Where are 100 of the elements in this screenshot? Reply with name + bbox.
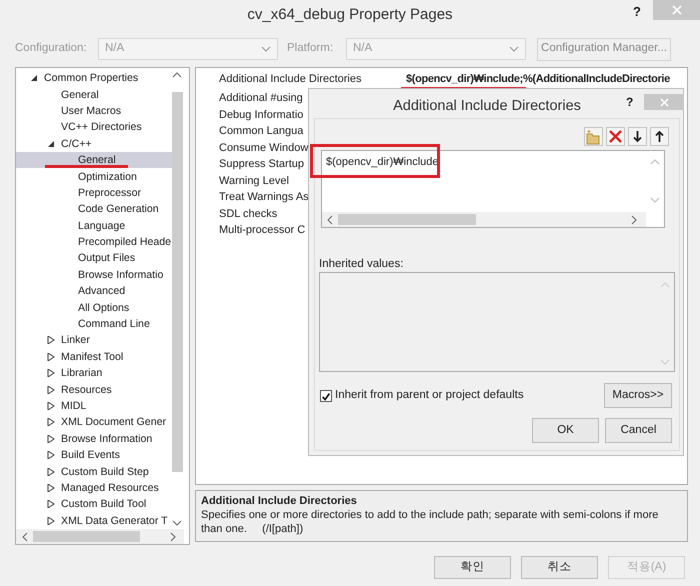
delete-button[interactable] <box>606 127 625 146</box>
platform-label: Platform: <box>286 41 334 56</box>
macros-button[interactable]: Macros>> <box>604 383 672 408</box>
tree-item[interactable]: Resources <box>16 381 172 398</box>
tree-label: Precompiled Heade <box>78 235 172 250</box>
dialog-button[interactable]: 취소 <box>521 556 598 579</box>
tree-item[interactable]: Advanced <box>16 283 172 300</box>
scroll-up-icon <box>650 159 660 165</box>
tree-item[interactable]: Custom Build Step <box>16 463 172 480</box>
tree-item[interactable]: C/C++ <box>16 136 172 152</box>
tree-label: XML Data Generator T <box>61 514 168 529</box>
property-value[interactable]: $(opencv_dir)₩include;%(AdditionalIncludeDirectorie <box>406 71 670 88</box>
scroll-right-icon <box>631 215 637 225</box>
move-up-button[interactable] <box>650 127 669 146</box>
tree-item[interactable]: XML Data Generator T <box>16 512 172 529</box>
tree-item[interactable]: User Macros <box>16 102 172 120</box>
property-name[interactable]: Additional Include Directories <box>196 71 406 88</box>
configuration-label: Configuration: <box>15 41 88 56</box>
horizontal-scrollbar[interactable] <box>322 212 646 227</box>
chevron-down-icon <box>261 46 271 52</box>
tree-label: Manifest Tool <box>61 350 124 365</box>
tree-item[interactable]: Browse Information <box>16 430 172 447</box>
tree-item[interactable]: Language <box>16 218 172 234</box>
tree-label: Advanced <box>78 284 126 300</box>
tree-item[interactable]: All Options <box>16 299 172 316</box>
tree-label: Custom Build Step <box>61 464 149 480</box>
scroll-left-icon <box>327 215 333 225</box>
tree-label: Common Properties <box>44 71 138 86</box>
tree-item[interactable]: MIDL <box>16 398 172 414</box>
tree-item[interactable]: Manifest Tool <box>16 348 172 366</box>
tree-item[interactable]: VC++ Directories <box>16 119 172 136</box>
horizontal-scrollbar[interactable] <box>16 529 184 544</box>
checkbox[interactable] <box>320 390 332 402</box>
window-title: cv_x64_debug Property Pages <box>246 5 454 25</box>
tree-label: Managed Resources <box>61 480 159 496</box>
tree-label: Build Events <box>61 448 120 464</box>
scroll-up-icon <box>660 282 670 288</box>
scroll-up-icon <box>172 72 182 78</box>
folder-icon <box>585 128 602 145</box>
help-button[interactable]: ? <box>626 93 634 111</box>
dropdown: N/A <box>98 38 278 60</box>
checkbox-label[interactable]: Inherit from parent or project defaults <box>335 387 524 404</box>
cancel-button[interactable]: Cancel <box>605 418 672 443</box>
tree-label: Librarian <box>61 366 102 382</box>
scroll-down-icon <box>172 520 182 526</box>
tree-item[interactable]: General <box>16 86 172 103</box>
scroll-down-icon <box>660 359 670 365</box>
tree-item[interactable]: Browse Informatio <box>16 266 172 284</box>
tree-label: Resources <box>61 382 112 398</box>
tree-label: Language <box>78 218 126 234</box>
close-icon <box>672 5 682 15</box>
inherited-values-label: Inherited values: <box>319 257 404 272</box>
tree-label: MIDL <box>61 399 86 414</box>
tree-label: Output Files <box>78 251 136 266</box>
chevron-down-icon <box>509 46 519 52</box>
tree-label: Linker <box>61 333 90 348</box>
ok-button[interactable]: OK <box>532 418 599 443</box>
tree-item[interactable]: Common Properties <box>16 70 172 86</box>
tree-item[interactable]: XML Document Gener <box>16 414 172 431</box>
tree-item[interactable]: Code Generation <box>16 201 172 218</box>
help-button[interactable]: ? <box>633 2 641 22</box>
tree-label: Browse Information <box>61 432 152 447</box>
include-list[interactable]: $(opencv_dir)₩include <box>321 150 665 228</box>
tree-item[interactable]: Command Line <box>16 316 172 332</box>
tree-item[interactable]: Optimization <box>16 168 172 185</box>
tree-item[interactable]: Custom Build Tool <box>16 496 172 513</box>
description-text: Specifies one or more directories to add to the include path; separate with semi-colons if more than one. (/I[path]) <box>201 508 660 536</box>
tree-item[interactable]: Precompiled Heade <box>16 234 172 250</box>
tree-item[interactable]: Linker <box>16 332 172 349</box>
tree-label: C/C++ <box>61 136 92 152</box>
tree-item[interactable]: Managed Resources <box>16 480 172 496</box>
expanded-icon <box>31 75 37 82</box>
delete-icon <box>607 128 624 145</box>
tree-item[interactable]: Preprocessor <box>16 184 172 202</box>
tree-label: General <box>78 153 116 168</box>
tree-label: General <box>61 88 99 103</box>
tree-item[interactable]: Librarian <box>16 365 172 382</box>
description-title: Additional Include Directories <box>201 494 358 508</box>
dialog-button[interactable]: 확인 <box>434 556 511 579</box>
tree-label: Preprocessor <box>78 186 141 201</box>
tree-label: Optimization <box>78 170 137 185</box>
dialog-button: 적용(A) <box>608 556 685 579</box>
tree-label: Command Line <box>78 317 150 332</box>
tree-item[interactable]: Build Events <box>16 446 172 464</box>
move-down-button[interactable] <box>628 127 647 146</box>
tree-label: All Options <box>78 300 130 316</box>
new-line-button[interactable] <box>584 127 603 146</box>
tree-label: User Macros <box>61 104 122 119</box>
dialog-title: Additional Include Directories <box>392 97 582 116</box>
scroll-left-icon <box>22 532 28 542</box>
tree-label: Browse Informatio <box>78 268 164 283</box>
tree-label: Custom Build Tool <box>61 497 146 512</box>
tree-label: Code Generation <box>78 202 159 218</box>
scroll-right-icon <box>170 532 176 542</box>
tree-label: XML Document Gener <box>61 415 166 430</box>
tree-item[interactable]: Output Files <box>16 250 172 267</box>
list-entry[interactable]: $(opencv_dir)₩include <box>326 154 438 170</box>
tree-item[interactable]: General <box>16 152 172 168</box>
close-icon <box>660 98 668 106</box>
scroll-down-icon <box>650 197 660 203</box>
